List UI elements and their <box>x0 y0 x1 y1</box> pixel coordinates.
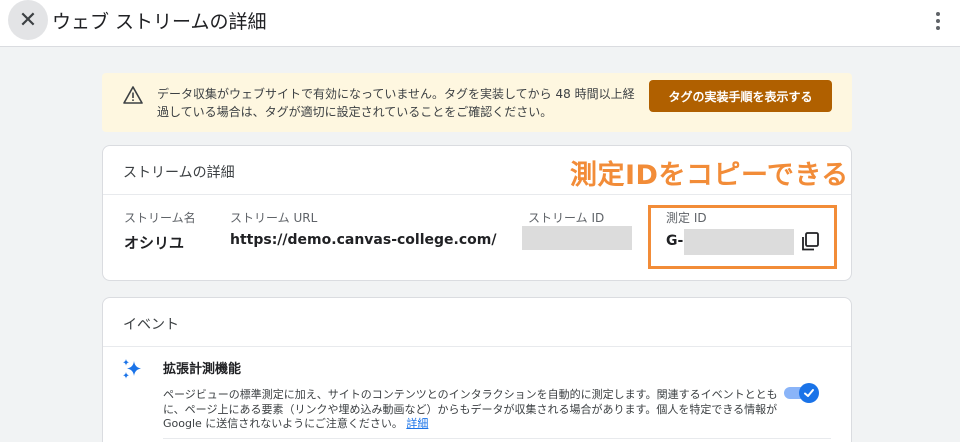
check-icon <box>804 389 814 397</box>
stream-name-value: オシリユ <box>124 234 185 252</box>
events-header: イベント <box>103 298 851 347</box>
banner-message: データ収集がウェブサイトで有効になっていません。タグを実装してから 48 時間以… <box>157 87 635 119</box>
toggle-knob <box>799 383 819 403</box>
enhanced-measurement-title: 拡張計測機能 <box>163 362 242 377</box>
show-tag-instructions-button[interactable]: タグの実装手順を表示する <box>649 80 832 112</box>
enhanced-measurement-description: ページビューの標準測定に加え、サイトのコンテンツとのインタラクションを自動的に測… <box>163 388 783 432</box>
page-title: ウェブ ストリームの詳細 <box>52 11 267 33</box>
close-button[interactable]: ✕ <box>8 0 48 40</box>
sparkle-icon <box>123 359 141 379</box>
stream-id-label: ストリーム ID <box>528 211 605 225</box>
divider <box>163 438 831 439</box>
annotation-text: 測定IDをコピーできる <box>570 160 849 191</box>
stream-url-label: ストリーム URL <box>230 211 318 225</box>
enhanced-measurement-desc-text: ページビューの標準測定に加え、サイトのコンテンツとのインタラクションを自動的に測… <box>163 388 778 430</box>
warning-icon <box>123 86 143 104</box>
top-bar: ✕ ウェブ ストリームの詳細 <box>0 0 960 47</box>
stream-id-redacted <box>522 226 632 250</box>
stream-name-label: ストリーム名 <box>124 211 196 225</box>
warning-banner: データ収集がウェブサイトで有効になっていません。タグを実装してから 48 時間以… <box>102 73 852 132</box>
close-icon: ✕ <box>18 7 38 33</box>
stream-url-value: https://demo.canvas-college.com/ <box>230 232 497 248</box>
annotation-highlight-box <box>648 205 837 269</box>
enhanced-measurement-toggle[interactable] <box>784 382 819 403</box>
more-vert-icon[interactable] <box>928 9 948 33</box>
learn-more-link[interactable]: 詳細 <box>406 417 428 430</box>
